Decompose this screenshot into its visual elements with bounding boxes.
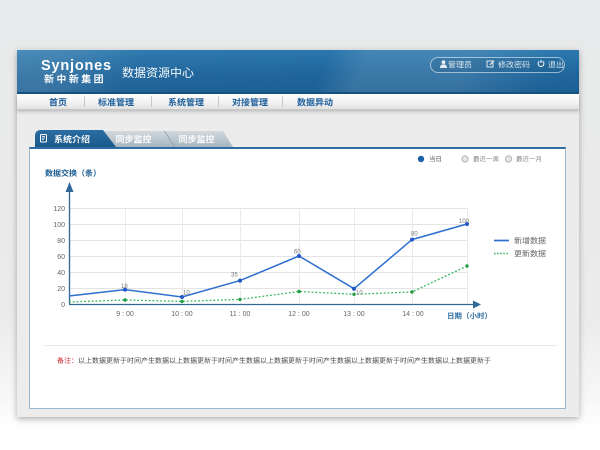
svg-text:13 : 00: 13 : 00 bbox=[343, 311, 365, 318]
svg-text:80: 80 bbox=[57, 238, 65, 245]
svg-text:100: 100 bbox=[459, 219, 470, 225]
svg-text:10: 10 bbox=[356, 291, 363, 297]
svg-text:20: 20 bbox=[57, 286, 65, 293]
svg-text:80: 80 bbox=[411, 232, 418, 238]
svg-text:10 : 00: 10 : 00 bbox=[171, 311, 193, 318]
svg-text:10: 10 bbox=[183, 291, 190, 297]
svg-text:40: 40 bbox=[57, 270, 65, 277]
svg-text:18: 18 bbox=[121, 284, 128, 290]
svg-text:12 : 00: 12 : 00 bbox=[288, 311, 310, 318]
svg-text:120: 120 bbox=[53, 206, 65, 213]
svg-text:0: 0 bbox=[61, 302, 65, 309]
svg-text:100: 100 bbox=[53, 222, 65, 229]
svg-text:35: 35 bbox=[231, 273, 238, 279]
svg-text:9 : 00: 9 : 00 bbox=[116, 311, 134, 318]
svg-text:60: 60 bbox=[294, 250, 301, 256]
svg-text:11 : 00: 11 : 00 bbox=[230, 311, 251, 318]
svg-text:60: 60 bbox=[57, 254, 65, 261]
svg-text:14 : 00: 14 : 00 bbox=[402, 311, 424, 318]
